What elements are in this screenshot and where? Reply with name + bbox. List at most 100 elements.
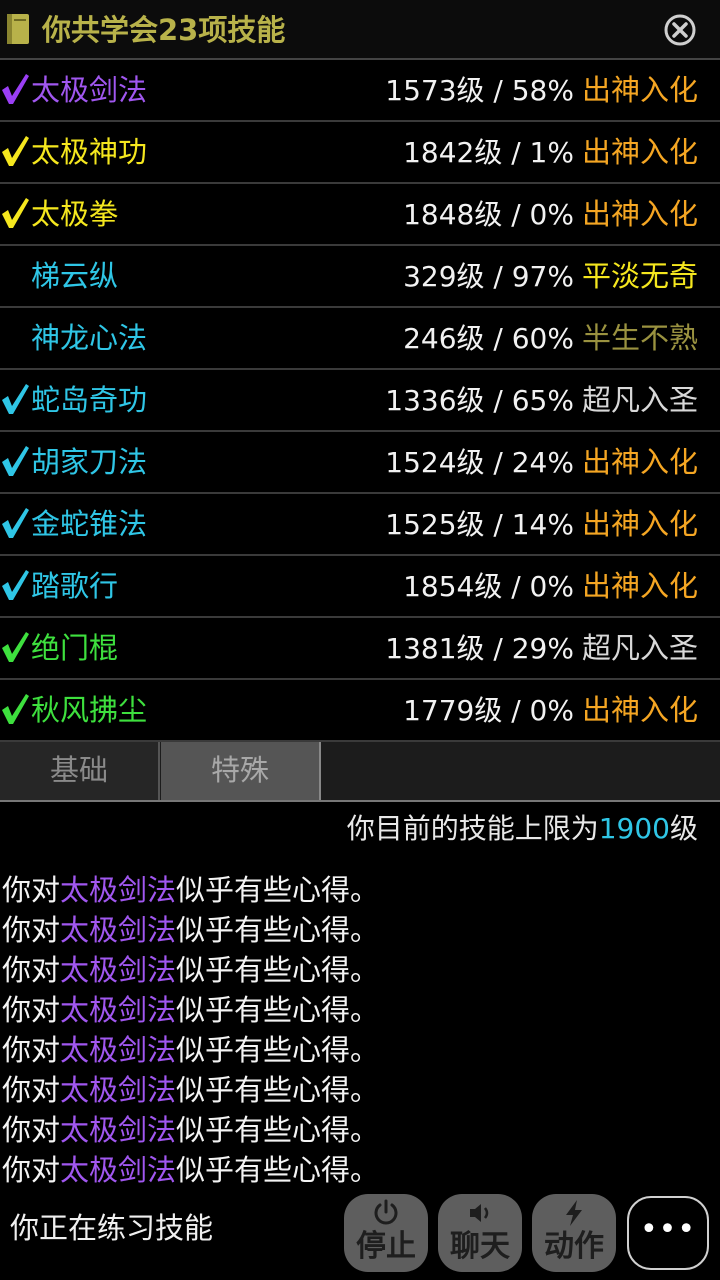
more-button[interactable]: ••• [627, 1196, 709, 1270]
chat-button[interactable]: 聊天 [438, 1194, 522, 1272]
skill-limit-line: 你目前的技能上限为1900级 [347, 806, 698, 852]
skill-name: 金蛇锥法 [31, 507, 148, 541]
checkmark-icon [2, 570, 29, 600]
stop-button-label: 停止 [356, 1229, 416, 1264]
skill-name: 神龙心法 [31, 321, 148, 355]
message-suffix: 似乎有些心得。 [176, 873, 380, 907]
skill-row[interactable]: 金蛇锥法 1525级 / 14% 出神入化 [0, 494, 720, 556]
message-suffix: 似乎有些心得。 [176, 953, 380, 987]
skill-level: 1779级 / 0% [403, 694, 574, 727]
skill-stats: 1381级 / 29% 超凡入圣 [385, 618, 698, 679]
message-line: 你对太极剑法似乎有些心得。 [2, 950, 379, 990]
action-button[interactable]: 动作 [532, 1194, 616, 1272]
skill-row[interactable]: 神龙心法 246级 / 60% 半生不熟 [0, 308, 720, 370]
skill-stats: 1842级 / 1% 出神入化 [403, 122, 698, 183]
checkmark-icon [2, 198, 29, 228]
checkmark-icon [2, 632, 29, 662]
skill-limit-prefix: 你目前的技能上限为 [346, 812, 599, 845]
message-skill-name: 太极剑法 [60, 913, 177, 947]
skill-name: 太极神功 [31, 135, 148, 169]
skill-stats: 1854级 / 0% 出神入化 [403, 556, 698, 617]
skill-row[interactable]: 绝门棍 1381级 / 29% 超凡入圣 [0, 618, 720, 680]
skill-grade: 平淡无奇 [581, 259, 698, 293]
message-suffix: 似乎有些心得。 [176, 1033, 380, 1067]
skill-grade: 出神入化 [581, 569, 698, 603]
skill-grade: 出神入化 [581, 693, 698, 727]
message-log[interactable]: 你对太极剑法似乎有些心得。 你对太极剑法似乎有些心得。 你对太极剑法似乎有些心得。你… [0, 852, 720, 1192]
tab-basic[interactable]: 基础 [0, 742, 160, 800]
message-prefix: 你对 [2, 1033, 61, 1067]
checkmark-icon [2, 694, 29, 724]
message-skill-name: 太极剑法 [60, 993, 177, 1027]
message-skill-name: 太极剑法 [60, 953, 177, 987]
message-prefix: 你对 [2, 993, 61, 1027]
skill-level: 246级 / 60% [403, 322, 574, 355]
skill-list: 太极剑法 1573级 / 58% 出神入化 太极神功 1842级 / 1% 出神入化 太极拳… [0, 60, 720, 742]
skill-row[interactable]: 蛇岛奇功 1336级 / 65% 超凡入圣 [0, 370, 720, 432]
skill-stats: 1524级 / 24% 出神入化 [385, 432, 698, 493]
skill-name: 蛇岛奇功 [31, 383, 148, 417]
message-skill-name: 太极剑法 [60, 1073, 177, 1107]
more-dots-icon: ••• [639, 1212, 697, 1247]
skill-row[interactable]: 太极拳 1848级 / 0% 出神入化 [0, 184, 720, 246]
skill-name: 绝门棍 [31, 631, 119, 665]
skill-tabs: 基础 特殊 [0, 742, 720, 802]
skill-grade: 半生不熟 [581, 321, 698, 355]
tab-special[interactable]: 特殊 [161, 742, 321, 800]
skill-stats: 1848级 / 0% 出神入化 [403, 184, 698, 245]
skill-name: 太极剑法 [31, 73, 148, 107]
skill-name: 太极拳 [31, 197, 119, 231]
skill-row[interactable]: 胡家刀法 1524级 / 24% 出神入化 [0, 432, 720, 494]
skill-stats: 1573级 / 58% 出神入化 [385, 60, 698, 121]
skill-grade: 出神入化 [581, 73, 698, 107]
skill-grade: 出神入化 [581, 445, 698, 479]
message-prefix: 你对 [2, 873, 61, 907]
message-suffix: 似乎有些心得。 [176, 913, 380, 947]
skill-stats: 246级 / 60% 半生不熟 [403, 308, 698, 369]
message-skill-name: 太极剑法 [60, 1153, 177, 1187]
skill-grade: 超凡入圣 [581, 631, 698, 665]
speaker-icon [470, 1204, 489, 1222]
message-prefix: 你对 [2, 953, 61, 987]
skill-row[interactable]: 太极神功 1842级 / 1% 出神入化 [0, 122, 720, 184]
checkmark-icon [2, 508, 29, 538]
skill-limit-suffix: 级 [669, 812, 698, 845]
message-line: 你对太极剑法似乎有些心得。 [2, 1150, 379, 1190]
skill-level: 1854级 / 0% [403, 570, 574, 603]
skill-name: 踏歌行 [31, 569, 119, 603]
message-suffix: 似乎有些心得。 [176, 1153, 380, 1187]
message-line: 你对太极剑法似乎有些心得。 [2, 990, 379, 1030]
checkmark-icon [2, 136, 29, 166]
stop-button[interactable]: 停止 [344, 1194, 428, 1272]
skill-row[interactable]: 梯云纵 329级 / 97% 平淡无奇 [0, 246, 720, 308]
skill-level: 1336级 / 65% [385, 384, 574, 417]
message-prefix: 你对 [2, 1113, 61, 1147]
skill-level: 1524级 / 24% [385, 446, 574, 479]
message-prefix: 你对 [2, 913, 61, 947]
book-icon [7, 14, 29, 44]
skill-name: 梯云纵 [31, 259, 119, 293]
skill-level: 1381级 / 29% [385, 632, 574, 665]
skill-grade: 出神入化 [581, 507, 698, 541]
skill-stats: 1779级 / 0% 出神入化 [403, 680, 698, 741]
message-suffix: 似乎有些心得。 [176, 993, 380, 1027]
status-text: 你正在练习技能 [10, 1211, 214, 1245]
action-button-label: 动作 [544, 1229, 604, 1264]
checkmark-icon [2, 446, 29, 476]
skill-level: 1842级 / 1% [403, 136, 574, 169]
skill-row[interactable]: 太极剑法 1573级 / 58% 出神入化 [0, 60, 720, 122]
skill-grade: 出神入化 [581, 197, 698, 231]
dialog-header: 你共学会23项技能 [0, 0, 720, 60]
app-screen: 你共学会23项技能 太极剑法 1573级 / 58% 出神入化太极神功 1842级 /… [0, 0, 720, 1280]
skill-level: 1848级 / 0% [403, 198, 574, 231]
message-prefix: 你对 [2, 1073, 61, 1107]
skill-row[interactable]: 踏歌行 1854级 / 0% 出神入化 [0, 556, 720, 618]
message-line: 你对太极剑法似乎有些心得。 [2, 910, 379, 950]
skill-stats: 1525级 / 14% 出神入化 [385, 494, 698, 555]
skill-name: 秋风拂尘 [31, 693, 148, 727]
message-line: 你对太极剑法似乎有些心得。 [2, 1110, 379, 1150]
skill-row[interactable]: 秋风拂尘 1779级 / 0% 出神入化 [0, 680, 720, 742]
close-icon[interactable] [662, 12, 698, 48]
checkmark-icon [2, 384, 29, 414]
power-icon [374, 1199, 398, 1225]
